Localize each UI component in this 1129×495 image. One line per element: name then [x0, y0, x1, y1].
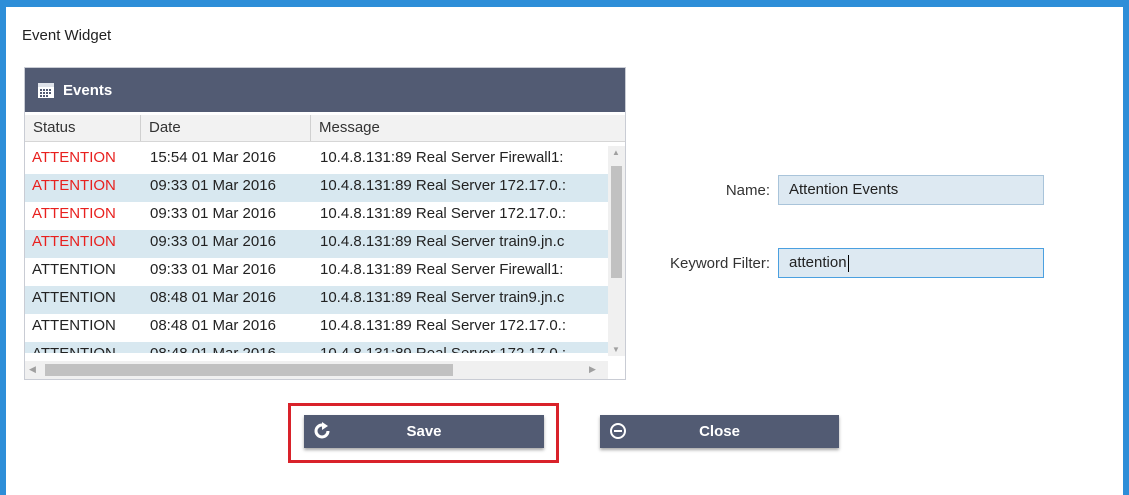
events-table-body: ATTENTION 15:54 01 Mar 2016 10.4.8.131:89 …: [25, 146, 608, 353]
status-cell: ATTENTION: [32, 233, 116, 250]
dialog-title: Event Widget: [22, 27, 112, 44]
scroll-right-arrow-icon[interactable]: ▶: [589, 364, 596, 375]
table-row[interactable]: ATTENTION 09:33 01 Mar 2016 10.4.8.131:89 …: [25, 258, 608, 286]
column-header-date[interactable]: Date: [140, 115, 310, 141]
vertical-scrollbar[interactable]: ▲ ▼: [608, 146, 625, 356]
keyword-filter-input[interactable]: attention: [778, 248, 1044, 278]
close-button-label: Close: [699, 423, 740, 440]
scroll-left-arrow-icon[interactable]: ◀: [29, 364, 36, 375]
close-button[interactable]: Close: [600, 415, 839, 448]
window-frame-right: [1123, 0, 1129, 495]
calendar-icon: [37, 81, 55, 99]
table-header: Status Date Message: [25, 115, 625, 142]
scroll-down-arrow-icon[interactable]: ▼: [612, 345, 620, 354]
column-header-status[interactable]: Status: [25, 115, 140, 141]
date-cell: 08:48 01 Mar 2016: [150, 289, 276, 306]
date-cell: 09:33 01 Mar 2016: [150, 233, 276, 250]
save-button-label: Save: [406, 423, 442, 440]
status-cell: ATTENTION: [32, 205, 116, 222]
message-cell: 10.4.8.131:89 Real Server 172.17.0.:: [320, 205, 567, 222]
date-cell: 09:33 01 Mar 2016: [150, 205, 276, 222]
save-button[interactable]: Save: [304, 415, 544, 448]
events-panel-title: Events: [63, 81, 113, 99]
table-row[interactable]: ATTENTION 09:33 01 Mar 2016 10.4.8.131:89 …: [25, 230, 608, 258]
status-cell: ATTENTION: [32, 149, 116, 166]
message-cell: 10.4.8.131:89 Real Server Firewall1:: [320, 149, 564, 166]
events-panel-header: Events: [25, 68, 625, 112]
table-row[interactable]: ATTENTION 09:33 01 Mar 2016 10.4.8.131:89 …: [25, 202, 608, 230]
vertical-scroll-thumb[interactable]: [611, 166, 622, 278]
text-caret: [847, 254, 849, 272]
message-cell: 10.4.8.131:89 Real Server 172.17.0.:: [320, 317, 567, 334]
message-cell: 10.4.8.131:89 Real Server train9.jn.c: [320, 233, 565, 250]
message-cell: 10.4.8.131:89 Real Server Firewall1:: [320, 261, 564, 278]
status-cell: ATTENTION: [32, 289, 116, 306]
message-cell: 10.4.8.131:89 Real Server 172.17.0.:: [320, 342, 608, 353]
status-cell: ATTENTION: [32, 177, 116, 194]
date-cell: 08:48 01 Mar 2016: [150, 317, 276, 334]
table-row[interactable]: ATTENTION 09:33 01 Mar 2016 10.4.8.131:89 …: [25, 174, 608, 202]
date-cell: 09:33 01 Mar 2016: [150, 177, 276, 194]
column-header-message[interactable]: Message: [310, 115, 625, 141]
message-cell: 10.4.8.131:89 Real Server 172.17.0.:: [320, 177, 567, 194]
horizontal-scrollbar[interactable]: ◀ ▶: [25, 361, 608, 379]
date-cell: 09:33 01 Mar 2016: [150, 261, 276, 278]
keyword-filter-label: Keyword Filter:: [669, 255, 770, 272]
status-cell: ATTENTION: [32, 317, 116, 334]
window-frame-top: [0, 0, 1129, 7]
table-row[interactable]: ATTENTION 08:48 01 Mar 2016 10.4.8.131:89 …: [25, 314, 608, 342]
status-cell: ATTENTION: [32, 261, 116, 278]
date-cell: 08:48 01 Mar 2016: [150, 342, 310, 353]
status-cell: ATTENTION: [32, 342, 142, 353]
keyword-filter-value: attention: [789, 254, 847, 271]
table-row[interactable]: ATTENTION 15:54 01 Mar 2016 10.4.8.131:89 …: [25, 146, 608, 174]
date-cell: 15:54 01 Mar 2016: [150, 149, 276, 166]
events-panel: Events Status Date Message ATTENTION 15:5…: [24, 67, 626, 380]
message-cell: 10.4.8.131:89 Real Server train9.jn.c: [320, 289, 565, 306]
table-row[interactable]: ATTENTION 08:48 01 Mar 2016 10.4.8.131:89 …: [25, 286, 608, 314]
scroll-up-arrow-icon[interactable]: ▲: [612, 148, 620, 157]
name-label: Name:: [725, 182, 770, 199]
table-row[interactable]: ATTENTION 08:48 01 Mar 2016 10.4.8.131:89 …: [25, 342, 608, 353]
name-input[interactable]: Attention Events: [778, 175, 1044, 205]
window-frame-left: [0, 0, 6, 495]
horizontal-scroll-thumb[interactable]: [45, 364, 453, 376]
